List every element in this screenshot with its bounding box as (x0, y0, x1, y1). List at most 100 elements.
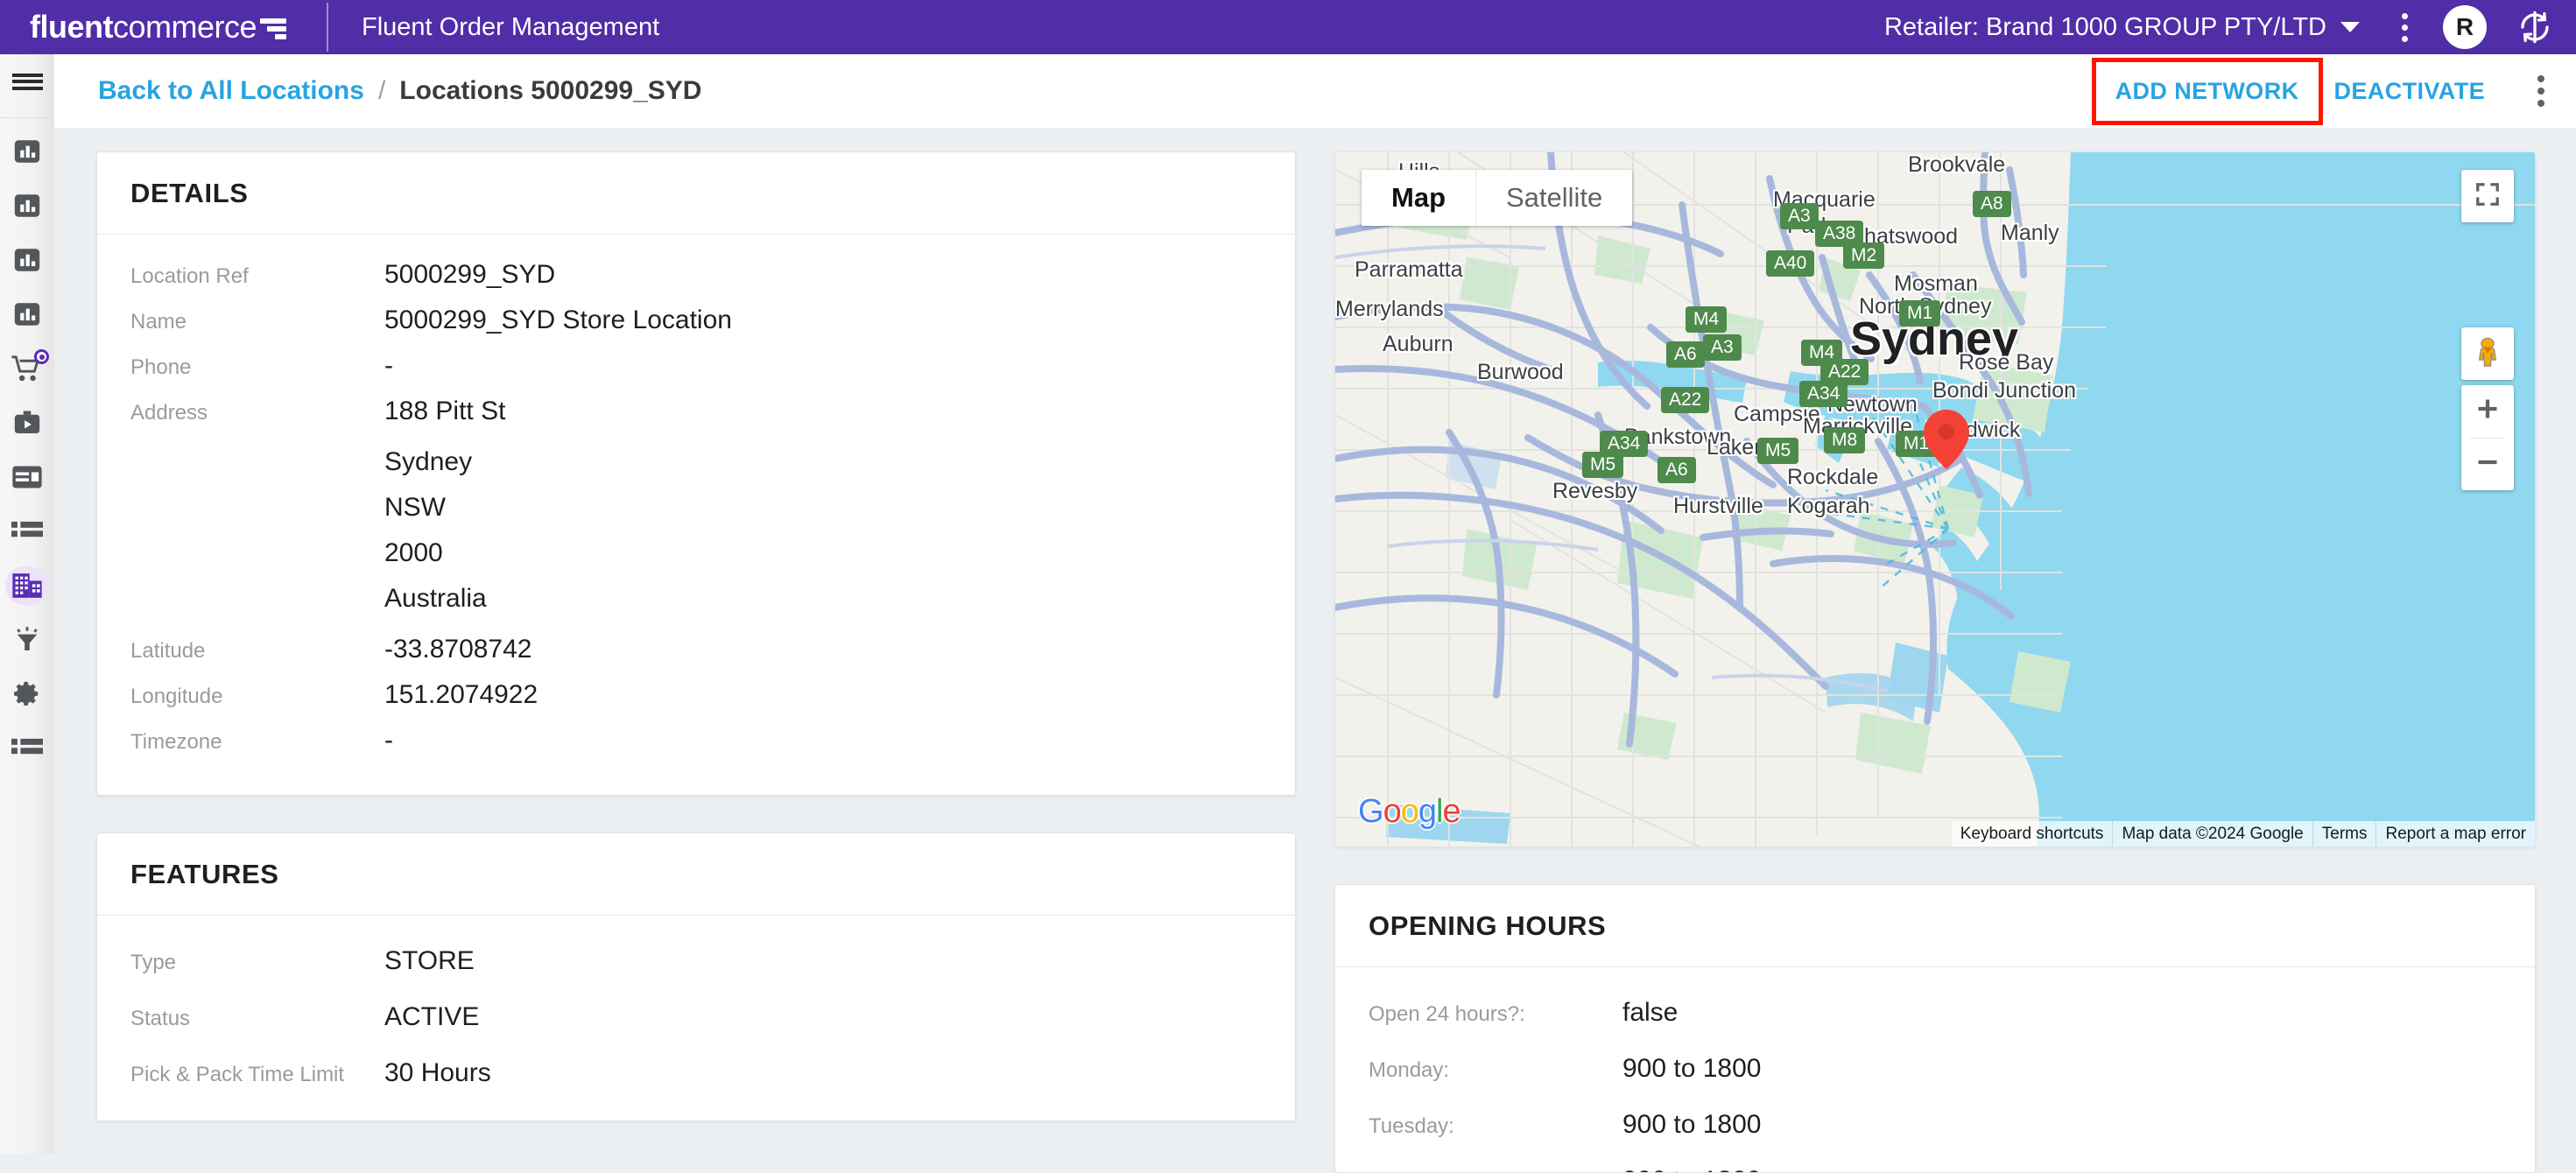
details-card-body: Location Ref 5000299_SYD Name 5000299_SY… (97, 235, 1295, 795)
road-shield-label: M5 (1582, 452, 1624, 479)
map-data-copyright: Map data ©2024 Google (2112, 821, 2312, 846)
sidebar-item-locations[interactable] (0, 565, 54, 607)
bar-chart-icon (12, 137, 42, 166)
brand-bold-text: fluent (30, 9, 113, 45)
keyboard-shortcuts-link[interactable]: Keyboard shortcuts (1951, 821, 2113, 846)
address-line-4: 2000 (384, 538, 443, 567)
sidebar-item-insights[interactable] (0, 619, 54, 661)
minus-icon (2475, 450, 2500, 479)
address-line-3: NSW (384, 493, 446, 522)
list-icon (11, 736, 43, 761)
chevron-down-icon (2340, 22, 2360, 32)
bar-chart-icon (12, 191, 42, 221)
map-type-satellite-button[interactable]: Satellite (1475, 170, 1633, 226)
sidebar-item-catalog[interactable] (0, 510, 54, 552)
feature-value: STORE (384, 946, 475, 975)
road-shield-label: M1 (1899, 300, 1941, 327)
retailer-selector[interactable]: Retailer: Brand 1000 GROUP PTY/LTD (1884, 13, 2360, 42)
hamburger-menu-icon[interactable] (0, 54, 54, 109)
detail-value: 5000299_SYD Store Location (384, 306, 732, 334)
top-header-bar: fluentcommerce Fluent Order Management R… (0, 0, 2576, 54)
detail-label: Timezone (130, 730, 222, 754)
terms-link[interactable]: Terms (2312, 821, 2376, 846)
address-line-1: 188 Pitt St (384, 397, 506, 425)
opening-hours-card-body: Open 24 hours?: false Monday: 900 to 180… (1335, 967, 2535, 1172)
features-title: FEATURES (130, 858, 279, 889)
street-view-pegman-icon (2474, 337, 2502, 371)
detail-value: -33.8708742 (384, 635, 532, 664)
road-shield-label: M8 (1824, 427, 1866, 454)
road-shield-label: A40 (1766, 250, 1815, 277)
sidebar-item-orders[interactable] (0, 348, 54, 390)
back-to-all-locations-link[interactable]: Back to All Locations (98, 76, 364, 106)
features-card: FEATURES Type STORE Status ACTIVE Pick &… (96, 832, 1296, 1121)
map-zoom-in-button[interactable] (2461, 385, 2514, 438)
feature-label: Pick & Pack Time Limit (130, 1063, 345, 1086)
sidebar-item-reports-4[interactable] (0, 293, 54, 335)
breadcrumb-bar: Back to All Locations / Locations 500029… (54, 54, 2576, 129)
sidebar-item-logs[interactable] (0, 727, 54, 769)
header-kebab-menu-icon[interactable] (2402, 12, 2408, 42)
deactivate-button[interactable]: DEACTIVATE (2319, 66, 2502, 117)
hours-value: 900 to 1800 (1622, 1054, 1762, 1083)
features-card-body: Type STORE Status ACTIVE Pick & Pack Tim… (97, 916, 1295, 1120)
hours-row-monday: Monday: 900 to 1800 (1369, 1046, 2502, 1093)
hours-value: false (1622, 998, 1679, 1027)
address-line-2: Sydney (384, 447, 473, 476)
detail-row-address: Address 188 Pitt St (130, 394, 1262, 431)
details-card: DETAILS Location Ref 5000299_SYD Name 50… (96, 151, 1296, 796)
add-network-button[interactable]: ADD NETWORK (2091, 57, 2323, 125)
address-line-5: Australia (384, 584, 487, 613)
map-zoom-out-button[interactable] (2461, 438, 2514, 490)
brand-regular-text: commerce (112, 9, 257, 45)
road-shield-label: M5 (1757, 438, 1799, 465)
retailer-label: Retailer: Brand 1000 GROUP PTY/LTD (1883, 12, 2326, 41)
map-type-map-button[interactable]: Map (1362, 170, 1475, 226)
location-map[interactable]: HillsBrookvaleMacquarieParkChatswoodManl… (1334, 151, 2536, 847)
road-shield-label: A34 (1799, 381, 1848, 408)
page-kebab-menu-icon[interactable] (2537, 75, 2544, 107)
detail-row-phone: Phone - (130, 348, 1262, 385)
detail-label: Location Ref (130, 264, 249, 288)
header-right-group: Retailer: Brand 1000 GROUP PTY/LTD R (1884, 5, 2576, 49)
sidebar-item-settings[interactable] (0, 673, 54, 715)
app-title: Fluent Order Management (362, 12, 660, 41)
hours-label: Open 24 hours?: (1369, 1002, 1525, 1026)
detail-label: Name (130, 310, 187, 334)
right-column: HillsBrookvaleMacquarieParkChatswoodManl… (1334, 151, 2536, 1173)
sidebar-item-inventory[interactable] (0, 456, 54, 498)
map-type-toggle[interactable]: Map Satellite (1362, 170, 1633, 226)
map-base-graphic (1335, 152, 2535, 846)
brand-logo[interactable]: fluentcommerce (30, 9, 287, 45)
sync-refresh-icon[interactable] (2516, 9, 2553, 46)
hours-row-wednesday: Wednesday: 900 to 1800 (1369, 1158, 2502, 1172)
opening-hours-card: OPENING HOURS Open 24 hours?: false Mond… (1334, 884, 2536, 1173)
detail-label: Latitude (130, 639, 206, 663)
detail-value: 5000299_SYD (384, 260, 556, 289)
hours-value: 900 to 1800 (1622, 1158, 1761, 1172)
report-map-error-link[interactable]: Report a map error (2375, 821, 2535, 846)
map-zoom-controls[interactable] (2461, 385, 2514, 490)
road-shield-label: A6 (1658, 457, 1696, 484)
fluent-lines-logo-icon (260, 15, 287, 39)
road-shield-label: A6 (1666, 341, 1705, 369)
map-pin-marker-icon[interactable] (1924, 410, 1969, 474)
road-shield-label: M2 (1843, 242, 1885, 270)
sidebar-item-reports-2[interactable] (0, 185, 54, 227)
sidebar-divider (0, 117, 54, 118)
avatar[interactable]: R (2443, 5, 2487, 49)
road-shield-label: M4 (1686, 306, 1728, 334)
main-content: DETAILS Location Ref 5000299_SYD Name 50… (54, 130, 2576, 1173)
google-logo-char-1: G (1358, 793, 1384, 830)
feature-row-pick-pack: Pick & Pack Time Limit 30 Hours (130, 1050, 1262, 1098)
breadcrumb-separator: / (377, 76, 386, 105)
map-fullscreen-button[interactable] (2461, 170, 2514, 222)
sidebar-item-jobs[interactable] (0, 402, 54, 444)
breadcrumb: Back to All Locations / Locations 500029… (98, 76, 701, 106)
sidebar-item-reports-3[interactable] (0, 239, 54, 281)
street-view-pegman-button[interactable] (2461, 327, 2514, 380)
road-shield-label: A22 (1661, 387, 1710, 414)
detail-label: Address (130, 401, 208, 425)
opening-hours-title: OPENING HOURS (1369, 910, 1607, 941)
sidebar-item-reports-1[interactable] (0, 130, 54, 172)
